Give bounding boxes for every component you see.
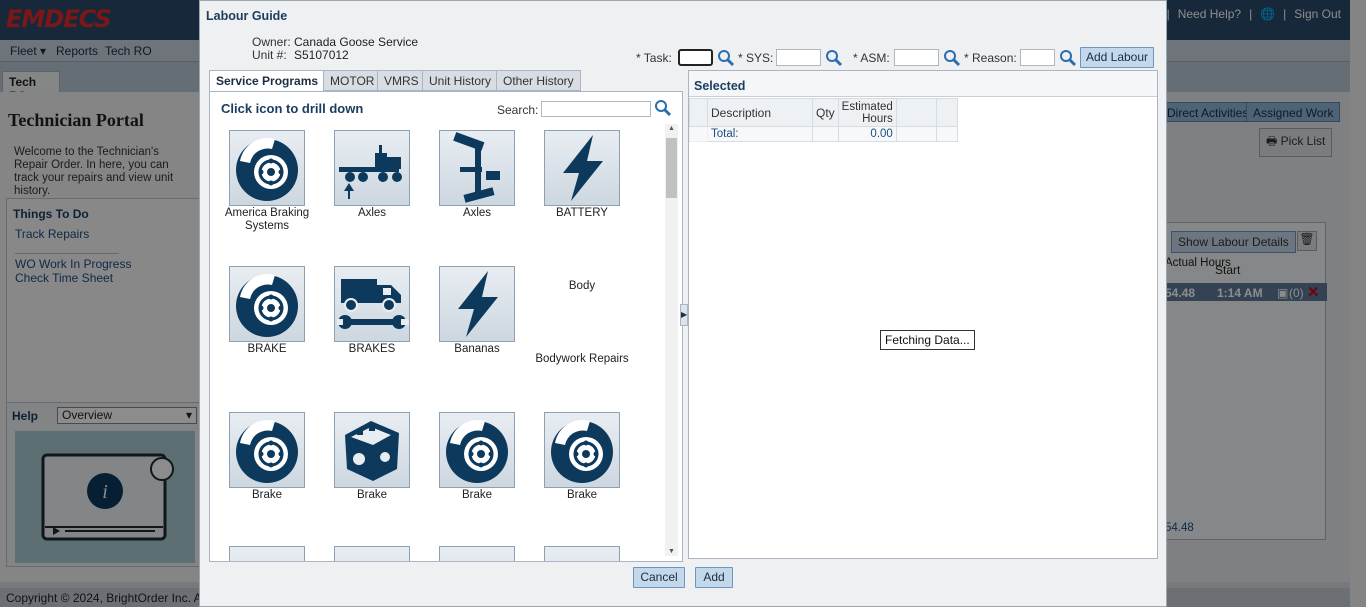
tile-label: Brake [356, 489, 388, 501]
tile-brake-3[interactable]: Brake [319, 412, 415, 522]
tile-label: Brake [566, 489, 598, 501]
tile-partial[interactable] [214, 546, 310, 561]
tab-other-history[interactable]: Other History [496, 70, 581, 91]
selected-header: Selected [689, 71, 1157, 97]
lightning-icon [439, 266, 515, 342]
add-labour-button[interactable]: Add Labour [1080, 47, 1154, 68]
search-label: Search: [497, 103, 539, 117]
tile-label: Bananas [454, 343, 500, 355]
tile-label: BRAKE [247, 343, 287, 355]
tile-america-braking-systems[interactable]: America Braking Systems [214, 130, 310, 240]
truck-wrench-icon [334, 266, 410, 342]
task-input[interactable] [678, 49, 713, 66]
tile-axles-2[interactable]: Axles [424, 130, 520, 240]
reason-label: * Reason: [964, 51, 1017, 65]
reason-search-icon[interactable] [1059, 49, 1077, 67]
tile-label-bodywork-repairs[interactable]: Bodywork Repairs [529, 353, 635, 366]
tile-brake-2[interactable]: Brake [214, 412, 310, 522]
owner-label: Owner: [252, 35, 291, 49]
tab-motor[interactable]: MOTOR [323, 70, 382, 91]
tile-label: Brake [251, 489, 283, 501]
tile-bananas[interactable]: Bananas [424, 266, 520, 376]
total-value: 0.00 [837, 126, 897, 142]
reason-input[interactable] [1020, 49, 1055, 66]
tile-partial[interactable] [424, 546, 520, 561]
scroll-thumb[interactable] [666, 138, 677, 198]
axle-icon [439, 130, 515, 206]
col-blank [935, 98, 958, 127]
tile-partial[interactable] [529, 546, 625, 561]
total-label: Total: [707, 126, 813, 142]
service-programs-pane: Click icon to drill down Search: America… [209, 91, 683, 562]
col-description: Description [707, 98, 813, 127]
task-search-icon[interactable] [717, 49, 735, 67]
drill-down-title: Click icon to drill down [221, 101, 364, 116]
tile-brake-4[interactable]: Brake [424, 412, 520, 522]
col-blank [895, 98, 937, 127]
dialog-title: Labour Guide [206, 9, 288, 23]
sys-input[interactable] [776, 49, 821, 66]
collapse-arrow-icon[interactable]: ▶ [680, 304, 688, 326]
tile-label: BATTERY [556, 207, 608, 219]
selected-table: Description Qty Estimated Hours Total: 0… [689, 98, 958, 142]
brake-disc-icon [229, 546, 305, 561]
tile-label: Body [568, 280, 596, 292]
tile-label: Axles [462, 207, 492, 219]
asm-search-icon[interactable] [943, 49, 961, 67]
tile-brake-5[interactable]: Brake [529, 412, 625, 522]
col-estimated-hours: Estimated Hours [837, 98, 897, 127]
brake-disc-icon [439, 412, 515, 488]
scroll-up-icon[interactable]: ▲ [668, 125, 675, 132]
brake-disc-icon [334, 546, 410, 561]
col-qty: Qty [812, 98, 839, 127]
col-blank [689, 98, 708, 127]
lightning-icon [544, 130, 620, 206]
brake-disc-icon [229, 266, 305, 342]
unit-value: S5107012 [294, 48, 349, 62]
add-button[interactable]: Add [695, 567, 733, 588]
owner-value: Canada Goose Service [294, 35, 419, 49]
brake-disc-icon [439, 546, 515, 561]
brake-disc-icon [229, 412, 305, 488]
tile-label: Axles [357, 207, 387, 219]
grid-scrollbar[interactable]: ▲ ▼ [665, 124, 678, 556]
brake-disc-icon [229, 130, 305, 206]
search-icon[interactable] [654, 99, 672, 117]
tile-body[interactable]: Body Bodywork Repairs [529, 266, 628, 386]
task-label: * Task: [636, 51, 672, 65]
asm-label: * ASM: [853, 51, 890, 65]
cancel-button[interactable]: Cancel [633, 567, 685, 588]
tile-label: America Braking Systems [224, 207, 310, 232]
sys-search-icon[interactable] [825, 49, 843, 67]
tab-vmrs[interactable]: VMRS [377, 70, 426, 91]
tile-partial[interactable] [319, 546, 415, 561]
engine-block-icon [334, 412, 410, 488]
scroll-down-icon[interactable]: ▼ [668, 548, 675, 555]
loading-indicator: Fetching Data... [880, 330, 975, 350]
tab-unit-history[interactable]: Unit History [422, 70, 499, 91]
brake-disc-icon [544, 546, 620, 561]
selected-pane: Selected Description Qty Estimated Hours… [688, 70, 1158, 559]
program-grid: America Braking Systems Axles Axles BATT… [210, 122, 668, 561]
asm-input[interactable] [894, 49, 939, 66]
search-input[interactable] [541, 101, 651, 117]
tile-label: Brake [461, 489, 493, 501]
sys-label: * SYS: [738, 51, 774, 65]
unit-label: Unit #: [252, 48, 287, 62]
truck-axle-icon [334, 130, 410, 206]
tile-brake[interactable]: BRAKE [214, 266, 310, 376]
brake-disc-icon [544, 412, 620, 488]
tile-axles[interactable]: Axles [319, 130, 415, 240]
tile-label: BRAKES [348, 343, 396, 355]
tile-battery[interactable]: BATTERY [529, 130, 625, 240]
selected-title: Selected [694, 79, 746, 93]
labour-guide-dialog: Labour Guide Owner: Canada Goose Service… [199, 0, 1167, 607]
tile-brakes[interactable]: BRAKES [319, 266, 415, 376]
tab-service-programs[interactable]: Service Programs [209, 70, 326, 92]
